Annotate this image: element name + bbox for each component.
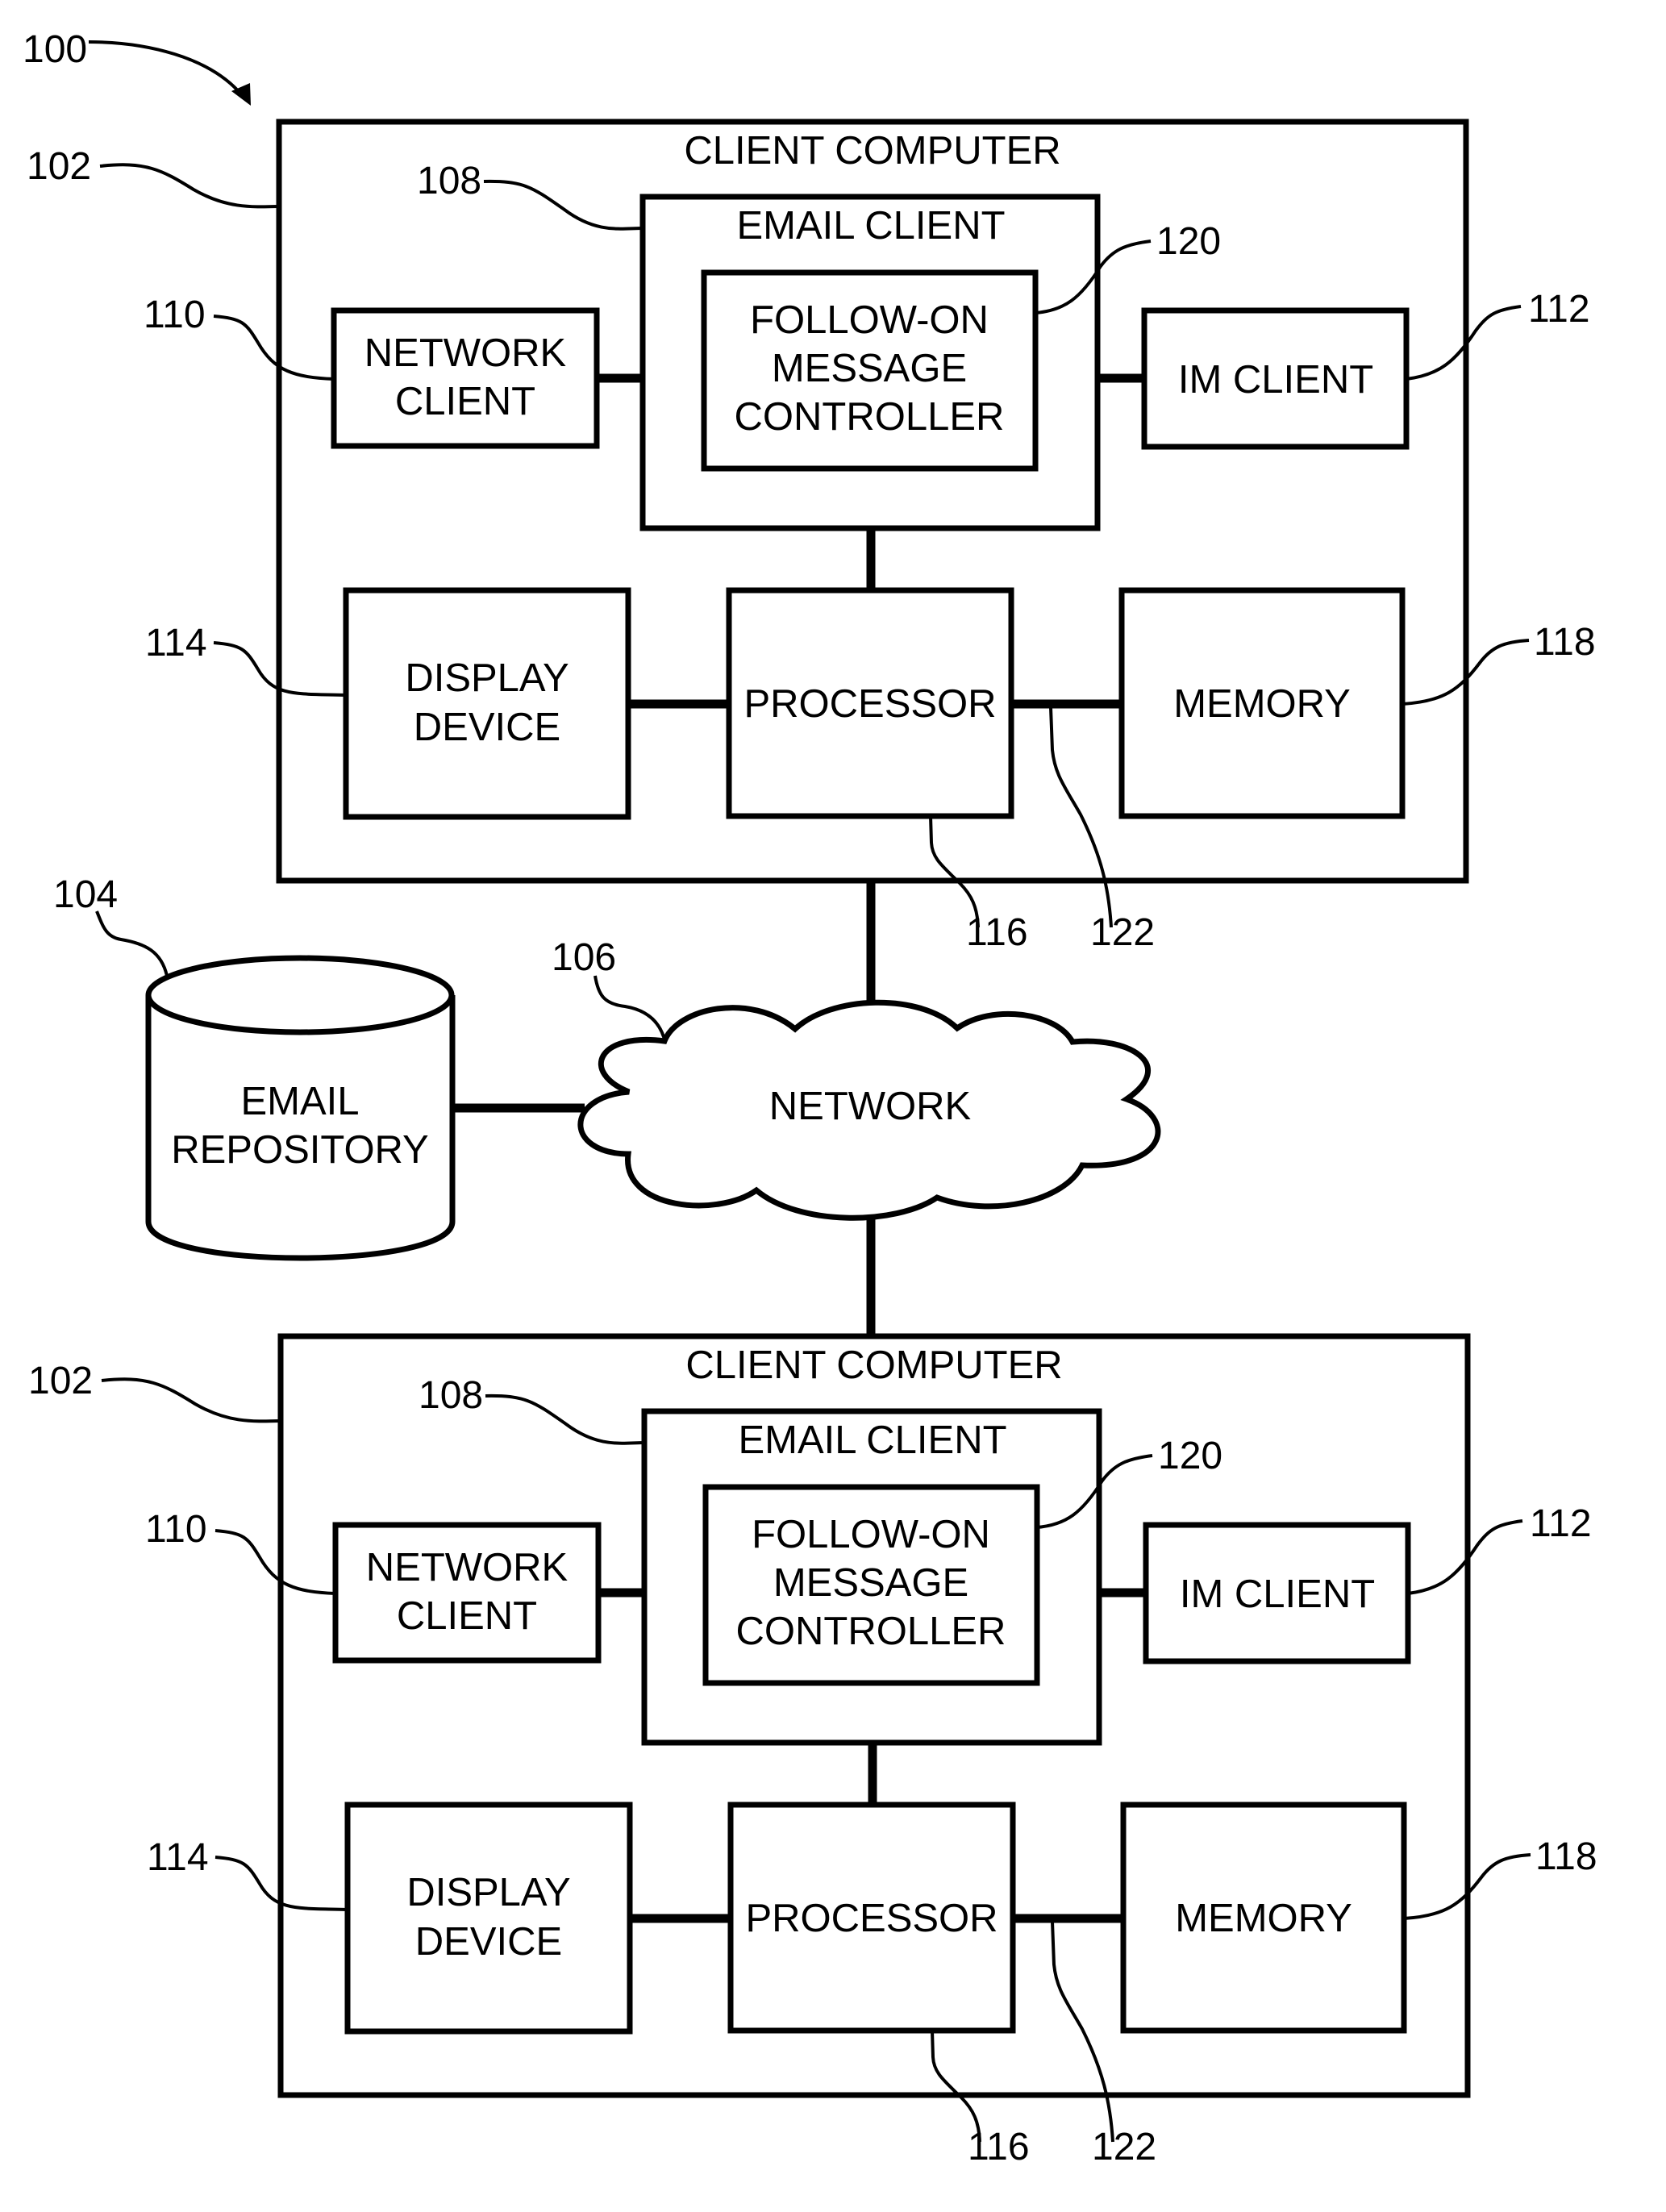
bus-ref: 122 <box>1090 911 1155 954</box>
display-device-line1: DISPLAY <box>406 1871 570 1914</box>
controller-line1: FOLLOW-ON <box>750 298 989 342</box>
client-computer-leader <box>99 163 280 209</box>
client-computer-title: CLIENT COMPUTER <box>685 1343 1062 1387</box>
im-client-ref: 112 <box>1530 1502 1592 1545</box>
client-computer-bottom: CLIENT COMPUTER 102 EMAIL CLIENT 108 FOL… <box>28 1333 1597 2168</box>
controller-line2: MESSAGE <box>772 347 967 390</box>
controller-ref: 120 <box>1158 1435 1222 1477</box>
figure-reference-arrow <box>88 40 244 97</box>
network-ref: 106 <box>552 936 616 979</box>
bus-ref: 122 <box>1092 2126 1156 2168</box>
controller-line3: CONTROLLER <box>736 1610 1006 1653</box>
repository-ref: 104 <box>53 873 118 916</box>
repository-line2: REPOSITORY <box>171 1128 429 1172</box>
repository-line1: EMAIL <box>240 1080 359 1123</box>
display-device-box <box>343 587 631 820</box>
controller-ref: 120 <box>1156 220 1221 263</box>
email-client-ref: 108 <box>419 1374 483 1417</box>
figure-reference-label: 100 <box>23 28 87 71</box>
processor-label: PROCESSOR <box>743 682 996 726</box>
im-client-label: IM CLIENT <box>1180 1573 1375 1616</box>
display-device-line2: DEVICE <box>415 1920 562 1964</box>
processor-ref: 116 <box>968 2126 1030 2168</box>
email-client-ref: 108 <box>417 160 481 202</box>
display-device-line1: DISPLAY <box>405 656 569 700</box>
client-computer-ref: 102 <box>27 145 91 188</box>
email-client-label: EMAIL CLIENT <box>736 204 1005 248</box>
processor-label: PROCESSOR <box>745 1897 998 1940</box>
network-client-line2: CLIENT <box>397 1594 537 1638</box>
system-diagram: 100 CLIENT COMPUTER 102 EMAIL CLIENT 108… <box>23 28 1597 2168</box>
memory-label: MEMORY <box>1175 1897 1352 1940</box>
display-device-ref: 114 <box>145 622 207 664</box>
display-device-line2: DEVICE <box>414 706 560 749</box>
display-device-ref: 114 <box>147 1836 209 1879</box>
im-client-label: IM CLIENT <box>1178 358 1373 402</box>
memory-ref: 118 <box>1535 1835 1597 1878</box>
network-client-ref: 110 <box>145 1508 207 1551</box>
display-device-box <box>344 1802 633 2035</box>
network-leader <box>594 975 667 1044</box>
email-client-label: EMAIL CLIENT <box>738 1418 1006 1462</box>
processor-ref: 116 <box>966 911 1028 954</box>
email-repository: EMAIL REPOSITORY <box>145 955 456 1261</box>
memory-ref: 118 <box>1534 621 1596 664</box>
client-computer-title: CLIENT COMPUTER <box>684 129 1060 173</box>
network-client-line2: CLIENT <box>395 380 535 423</box>
repository-top <box>145 955 455 1035</box>
repository-leader <box>95 910 169 977</box>
controller-line3: CONTROLLER <box>735 395 1005 439</box>
controller-line2: MESSAGE <box>773 1561 968 1605</box>
controller-line1: FOLLOW-ON <box>752 1513 990 1556</box>
network-client-ref: 110 <box>144 294 206 336</box>
network-label: NETWORK <box>769 1085 972 1128</box>
im-client-ref: 112 <box>1528 288 1590 331</box>
network-client-line1: NETWORK <box>364 331 567 375</box>
network-client-line1: NETWORK <box>366 1546 569 1589</box>
memory-label: MEMORY <box>1173 682 1351 726</box>
client-computer-ref: 102 <box>28 1360 93 1402</box>
client-computer-top: CLIENT COMPUTER 102 EMAIL CLIENT 108 FOL… <box>27 119 1596 954</box>
network-cloud: NETWORK <box>577 999 1161 1221</box>
client-computer-leader <box>101 1377 281 1423</box>
